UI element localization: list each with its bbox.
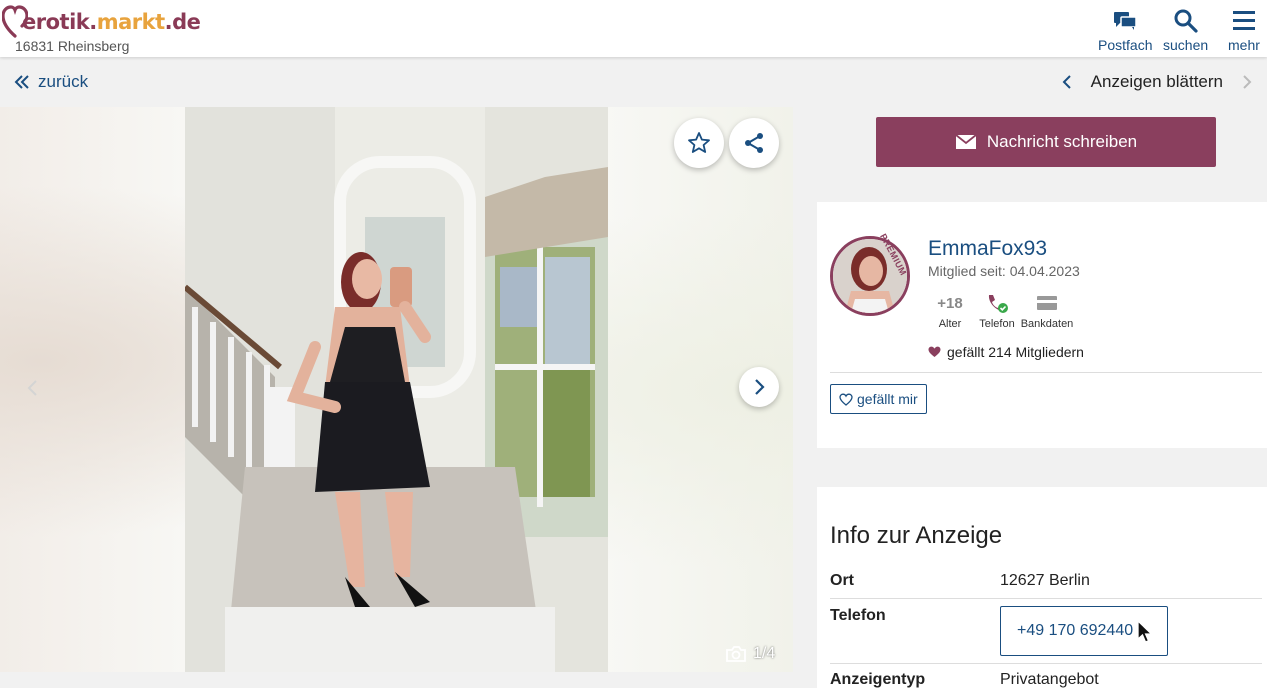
chevron-left-icon bbox=[1062, 75, 1071, 89]
stat-phone: Telefon bbox=[972, 292, 1022, 330]
member-since: Mitglied seit: 04.04.2023 bbox=[928, 263, 1080, 279]
image-counter-text: 1/4 bbox=[753, 645, 776, 662]
previous-ad-button[interactable] bbox=[1061, 74, 1073, 90]
stat-phone-label: Telefon bbox=[979, 318, 1015, 330]
likes-text: gefällt 214 Mitgliedern bbox=[947, 344, 1084, 360]
logo-text-part2: markt bbox=[96, 10, 165, 34]
profile-username[interactable]: EmmaFox93 bbox=[928, 237, 1047, 261]
like-button[interactable]: gefällt mir bbox=[830, 384, 927, 414]
logo-text: erotik.markt.de bbox=[22, 10, 201, 34]
nav-postfach-label: Postfach bbox=[1098, 37, 1153, 53]
stat-age: +18 Alter bbox=[928, 292, 972, 331]
back-link-label: zurück bbox=[38, 72, 89, 91]
site-logo[interactable]: erotik.markt.de bbox=[2, 2, 201, 42]
likes-count: gefällt 214 Mitgliedern bbox=[928, 344, 1084, 360]
chevron-right-icon bbox=[1243, 75, 1252, 89]
share-button[interactable] bbox=[729, 118, 779, 168]
info-divider bbox=[830, 663, 1262, 664]
chat-icon bbox=[1114, 12, 1137, 30]
stat-bank-label: Bankdaten bbox=[1020, 318, 1074, 330]
like-button-label: gefällt mir bbox=[857, 391, 918, 407]
chevron-right-icon bbox=[755, 379, 765, 395]
stat-age-label: Alter bbox=[938, 318, 962, 330]
logo-text-part1: erotik. bbox=[22, 10, 97, 34]
stat-bank: Bankdaten bbox=[1020, 292, 1074, 330]
top-header: erotik.markt.de 16831 Rheinsberg Postfac… bbox=[0, 0, 1267, 57]
info-key-phone: Telefon bbox=[830, 607, 886, 624]
ad-browser: Anzeigen blättern bbox=[1061, 72, 1253, 92]
gallery-next-button[interactable] bbox=[739, 367, 779, 407]
info-divider bbox=[830, 598, 1262, 599]
profile-card: PREMIUM EmmaFox93 Mitglied seit: 04.04.2… bbox=[817, 202, 1267, 448]
share-icon bbox=[745, 133, 763, 153]
next-ad-button[interactable] bbox=[1241, 74, 1253, 90]
info-value-ad-type: Privatangebot bbox=[1000, 671, 1099, 688]
user-location: 16831 Rheinsberg bbox=[15, 38, 130, 54]
avatar[interactable] bbox=[830, 236, 910, 316]
profile-divider bbox=[830, 372, 1262, 373]
write-message-button[interactable]: Nachricht schreiben bbox=[876, 117, 1216, 167]
envelope-icon bbox=[955, 134, 977, 149]
image-gallery[interactable]: 1/4 bbox=[0, 107, 793, 672]
image-counter: 1/4 bbox=[725, 645, 775, 663]
info-key-location: Ort bbox=[830, 572, 854, 589]
camera-icon bbox=[726, 646, 746, 662]
nav-mehr[interactable]: mehr bbox=[1228, 8, 1260, 53]
age-value: +18 bbox=[937, 294, 963, 312]
heart-icon bbox=[928, 346, 941, 357]
logo-text-part3: .de bbox=[164, 10, 201, 34]
listing-photo[interactable] bbox=[185, 107, 608, 672]
menu-icon bbox=[1232, 11, 1255, 30]
phone-verified-icon bbox=[985, 292, 1009, 314]
write-message-label: Nachricht schreiben bbox=[986, 132, 1138, 151]
ad-info-card: Info zur Anzeige Ort 12627 Berlin Telefo… bbox=[817, 487, 1267, 688]
back-link[interactable]: zurück bbox=[14, 72, 88, 92]
nav-suchen-label: suchen bbox=[1163, 37, 1209, 53]
star-icon bbox=[688, 132, 710, 153]
search-icon bbox=[1174, 9, 1198, 33]
browse-label: Anzeigen blättern bbox=[1090, 72, 1223, 91]
nav-suchen[interactable]: suchen bbox=[1163, 8, 1208, 53]
favorite-button[interactable] bbox=[674, 118, 724, 168]
sub-navigation: zurück Anzeigen blättern bbox=[0, 57, 1267, 107]
gallery-previous-button[interactable] bbox=[26, 379, 38, 402]
double-chevron-left-icon bbox=[14, 75, 29, 89]
info-value-location: 12627 Berlin bbox=[1000, 572, 1090, 589]
nav-mehr-label: mehr bbox=[1228, 37, 1260, 53]
chevron-left-icon bbox=[27, 380, 37, 396]
mouse-cursor-icon bbox=[1137, 620, 1154, 643]
heart-outline-icon bbox=[839, 393, 853, 406]
profile-stats: +18 Alter Telefon Bankdaten bbox=[928, 292, 1074, 331]
card-icon bbox=[1036, 292, 1058, 314]
nav-postfach[interactable]: Postfach bbox=[1098, 8, 1152, 53]
ad-info-title: Info zur Anzeige bbox=[830, 522, 1003, 549]
info-key-ad-type: Anzeigentyp bbox=[830, 671, 926, 688]
